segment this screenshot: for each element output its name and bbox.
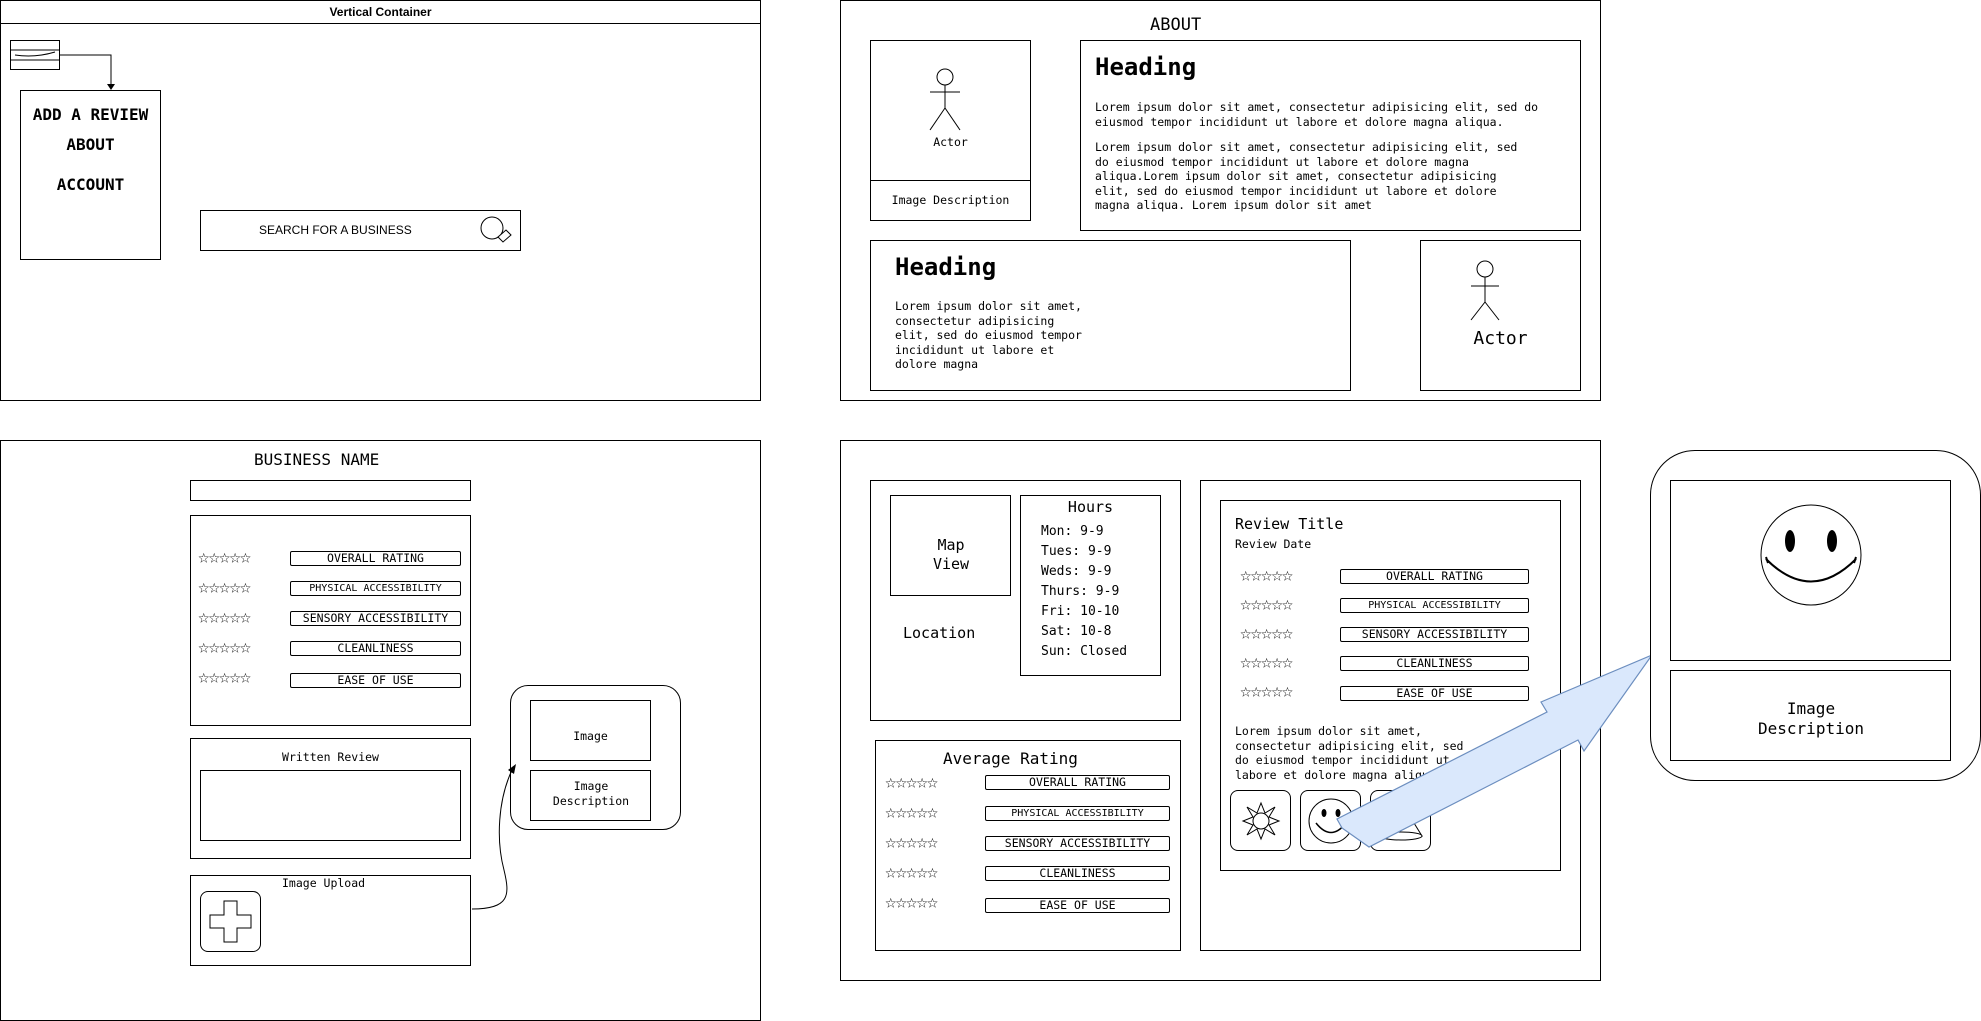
rating-label: OVERALL RATING (290, 551, 461, 566)
image-placeholder: Image (530, 700, 651, 761)
about-text-block: Heading Lorem ipsum dolor sit amet, cons… (870, 240, 1351, 391)
image-description-label: Image Description (552, 779, 630, 808)
review-title: Review Title (1235, 515, 1344, 533)
star-rating[interactable]: ☆☆☆☆☆ (198, 668, 251, 687)
paragraph: Lorem ipsum dolor sit amet, consectetur … (1095, 100, 1539, 129)
hours-title: Hours (1067, 498, 1114, 516)
star-rating[interactable]: ☆☆☆☆☆ (198, 578, 251, 597)
paragraph: Lorem ipsum dolor sit amet, consectetur … (895, 299, 1082, 371)
rating-label: CLEANLINESS (1340, 656, 1529, 671)
menu-item-add-review[interactable]: ADD A REVIEW (21, 105, 160, 124)
star-rating: ☆☆☆☆☆ (885, 831, 938, 853)
written-review-section: Written Review (190, 738, 471, 859)
written-review-label: Written Review (282, 750, 379, 764)
image-description-text: Image Description (891, 193, 1010, 207)
enlarge-arrow (1336, 653, 1654, 848)
search-bar[interactable]: SEARCH FOR A BUSINESS (200, 210, 521, 251)
image-placeholder-label: Image (573, 729, 608, 743)
written-review-textarea[interactable] (200, 770, 461, 841)
image-upload-label: Image Upload (282, 876, 366, 890)
star-rating: ☆☆☆☆☆ (885, 891, 938, 913)
sun-icon (1241, 801, 1281, 841)
rating-label: CLEANLINESS (290, 641, 461, 656)
hours-row: Thurs: 9-9 (1041, 584, 1120, 599)
star-rating: ☆☆☆☆☆ (885, 801, 938, 823)
star-rating: ☆☆☆☆☆ (1240, 651, 1293, 673)
average-rating-title: Average Rating (943, 749, 1078, 768)
business-name-input[interactable] (190, 480, 471, 501)
image-upload-section: Image Upload (190, 875, 471, 966)
star-rating[interactable]: ☆☆☆☆☆ (198, 608, 251, 627)
star-rating: ☆☆☆☆☆ (885, 861, 938, 883)
star-rating[interactable]: ☆☆☆☆☆ (198, 548, 251, 567)
business-name-title: BUSINESS NAME (254, 450, 380, 469)
actor-label: Actor (1473, 328, 1528, 349)
rating-label: SENSORY ACCESSIBILITY (290, 611, 461, 626)
dropdown-menu: ADD A REVIEW ABOUT ACCOUNT (20, 90, 161, 260)
rating-label: EASE OF USE (985, 898, 1170, 913)
menu-item-about[interactable]: ABOUT (21, 135, 160, 154)
enlarged-image-description: Image Description (1670, 670, 1951, 761)
map-view-label: Map View (932, 536, 970, 573)
search-input-label: SEARCH FOR A BUSINESS (259, 223, 412, 237)
heading: Heading (1095, 53, 1197, 81)
actor-icon (929, 68, 961, 131)
add-image-button[interactable] (200, 891, 261, 952)
paragraph: Lorem ipsum dolor sit amet, consectetur … (1095, 140, 1518, 212)
map-view[interactable]: Map View (890, 495, 1011, 596)
rating-label: OVERALL RATING (1340, 569, 1529, 584)
heading: Heading (895, 253, 997, 281)
star-rating: ☆☆☆☆☆ (885, 771, 938, 793)
actor-icon (1470, 260, 1500, 321)
hours-row: Fri: 10-10 (1041, 604, 1120, 619)
hours-row: Tues: 9-9 (1041, 544, 1112, 559)
about-title: ABOUT (1150, 15, 1202, 35)
rating-label: CLEANLINESS (985, 866, 1170, 881)
star-rating: ☆☆☆☆☆ (1240, 564, 1293, 586)
rating-label: PHYSICAL ACCESSIBILITY (1340, 598, 1529, 613)
rating-label: OVERALL RATING (985, 775, 1170, 790)
hours-row: Weds: 9-9 (1041, 564, 1112, 579)
rating-label: SENSORY ACCESSIBILITY (985, 836, 1170, 851)
enlarged-description-text: Image Description (1758, 699, 1864, 738)
star-rating[interactable]: ☆☆☆☆☆ (198, 638, 251, 657)
rating-label: EASE OF USE (290, 673, 461, 688)
hours-row: Mon: 9-9 (1041, 524, 1104, 539)
menu-item-account[interactable]: ACCOUNT (21, 175, 160, 194)
hours-box: Hours Mon: 9-9 Tues: 9-9 Weds: 9-9 Thurs… (1020, 495, 1161, 676)
actor-label: Actor (933, 135, 968, 149)
hours-row: Sun: Closed (1041, 644, 1128, 659)
location-label: Location (903, 624, 976, 642)
enlarged-image (1670, 480, 1951, 661)
review-thumbnail[interactable] (1230, 790, 1291, 851)
star-rating: ☆☆☆☆☆ (1240, 680, 1293, 702)
magnifier-icon[interactable] (479, 216, 519, 246)
plus-icon (209, 900, 252, 943)
rating-label: SENSORY ACCESSIBILITY (1340, 627, 1529, 642)
image-description-box: Image Description (530, 770, 651, 821)
rating-label: PHYSICAL ACCESSIBILITY (290, 581, 461, 596)
hours-row: Sat: 10-8 (1041, 624, 1112, 639)
about-text-block: Heading Lorem ipsum dolor sit amet, cons… (1080, 40, 1581, 231)
upload-flow-arrow (471, 764, 516, 910)
review-date: Review Date (1235, 537, 1312, 551)
star-rating: ☆☆☆☆☆ (1240, 622, 1293, 644)
smiley-icon (1760, 504, 1862, 606)
image-description-caption: Image Description (870, 180, 1031, 221)
star-rating: ☆☆☆☆☆ (1240, 593, 1293, 615)
rating-label: PHYSICAL ACCESSIBILITY (985, 806, 1170, 821)
